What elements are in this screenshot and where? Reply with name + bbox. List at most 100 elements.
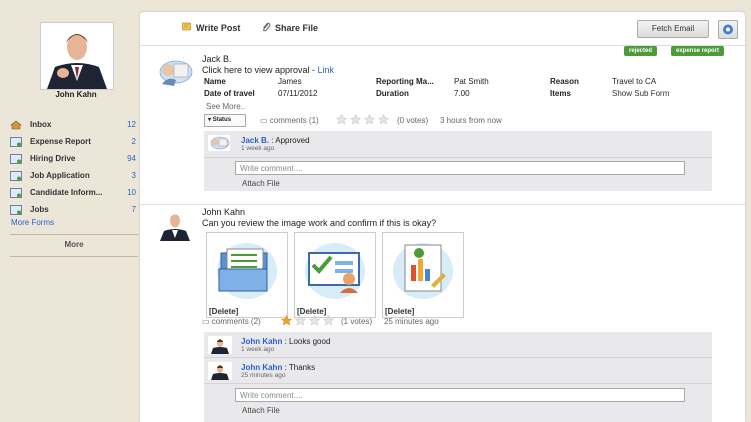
post-time: 3 hours from now <box>440 116 502 125</box>
status-dropdown[interactable]: ▾ Status <box>204 114 246 127</box>
star-icon <box>349 113 362 125</box>
settings-button[interactable] <box>718 20 738 39</box>
comment-time: 25 minutes ago <box>241 372 286 379</box>
avatar[interactable] <box>156 56 194 88</box>
more-forms-link[interactable]: More Forms <box>11 218 54 227</box>
form-icon <box>10 136 22 147</box>
form-icon <box>10 204 22 215</box>
field-value: 07/11/2012 <box>278 89 318 98</box>
sidebar-item-inbox[interactable]: Inbox 12 <box>10 116 138 133</box>
comment: John Kahn : Looks good <box>241 337 330 346</box>
sidebar: John Kahn Inbox 12 Expense Report 2 Hiri… <box>0 0 140 422</box>
sidebar-item-label: Inbox <box>30 120 52 129</box>
field-label: Duration <box>376 89 409 98</box>
comment-icon: ▭ <box>260 116 268 125</box>
post-time: 25 minutes ago <box>384 317 439 326</box>
comment-time: 1 week ago <box>241 346 275 353</box>
comments-label: comments (1) <box>269 116 319 125</box>
post-body: Click here to view approval - <box>202 65 318 75</box>
checklist-user-icon <box>305 243 365 299</box>
chevron-down-icon: ▾ <box>208 117 212 123</box>
comment-text: : Approved <box>271 136 310 145</box>
star-icon <box>335 113 348 125</box>
comments-label: comments (2) <box>211 317 261 326</box>
star-rating[interactable] <box>335 113 392 127</box>
share-file-button[interactable]: Share File <box>261 22 318 34</box>
star-icon <box>308 314 321 326</box>
field-label: Reporting Ma... <box>376 77 434 86</box>
field-value: Travel to CA <box>612 77 657 86</box>
image-thumbnail[interactable]: [Delete] <box>206 232 288 318</box>
form-icon <box>10 187 22 198</box>
field-label: Date of travel <box>204 89 255 98</box>
approval-link[interactable]: Link <box>318 65 335 75</box>
star-icon <box>322 314 335 326</box>
post-author[interactable]: John Kahn <box>202 207 245 217</box>
avatar[interactable] <box>208 362 232 380</box>
sidebar-item-jobs[interactable]: Jobs 7 <box>10 201 138 218</box>
post-author[interactable]: Jack B. <box>202 54 232 64</box>
star-icon <box>280 314 293 326</box>
profile-photo[interactable] <box>40 22 114 90</box>
comment-divider <box>204 383 712 384</box>
comment-author[interactable]: John Kahn <box>241 363 282 372</box>
attach-file-link[interactable]: Attach File <box>242 406 280 415</box>
gear-icon <box>723 24 733 35</box>
profile-name: John Kahn <box>55 90 97 99</box>
avatar[interactable] <box>208 135 230 151</box>
sidebar-item-hiring-drive[interactable]: Hiring Drive 94 <box>10 150 138 167</box>
tag-rejected[interactable]: rejected <box>624 46 658 56</box>
attach-file-link[interactable]: Attach File <box>242 179 280 188</box>
comments-count[interactable]: ▭ comments (1) <box>260 116 319 125</box>
sidebar-item-label: Hiring Drive <box>30 154 76 163</box>
comment-time: 1 week ago <box>241 145 275 152</box>
fetch-email-button[interactable]: Fetch Email <box>637 20 709 38</box>
sidebar-divider <box>10 234 138 235</box>
delete-link[interactable]: [Delete] <box>385 307 414 316</box>
toolbar: Write Post Share File Fetch Email <box>140 12 745 44</box>
star-rating[interactable] <box>280 314 337 328</box>
sidebar-item-candidate-information[interactable]: Candidate Inform... 10 <box>10 184 138 201</box>
comment-author[interactable]: John Kahn <box>241 337 282 346</box>
avatar[interactable] <box>208 336 232 354</box>
comment-input[interactable]: Write comment.... <box>235 161 685 175</box>
comment-author[interactable]: Jack B. <box>241 136 269 145</box>
comment: Jack B. : Approved <box>241 136 310 145</box>
sidebar-item-count: 3 <box>131 171 136 180</box>
image-thumbnail[interactable]: [Delete] <box>382 232 464 318</box>
sidebar-item-job-application[interactable]: Job Application 3 <box>10 167 138 184</box>
write-post-label: Write Post <box>196 22 241 33</box>
sidebar-item-label: Expense Report <box>30 137 91 146</box>
note-icon <box>182 22 192 33</box>
more-button[interactable]: More <box>10 240 138 249</box>
post-divider <box>140 204 745 205</box>
star-icon <box>294 314 307 326</box>
avatar[interactable] <box>156 209 194 241</box>
sidebar-item-count: 7 <box>131 205 136 214</box>
comment-input[interactable]: Write comment.... <box>235 388 685 402</box>
comment-divider <box>204 157 712 158</box>
comments-count[interactable]: ▭ comments (2) <box>202 317 261 326</box>
folder-document-icon <box>217 243 277 299</box>
delete-link[interactable]: [Delete] <box>209 307 238 316</box>
sidebar-item-count: 94 <box>127 154 136 163</box>
see-more-link[interactable]: See More.. <box>206 102 245 111</box>
tag-expense-report[interactable]: expense report <box>671 46 725 56</box>
star-icon <box>377 113 390 125</box>
show-sub-form-link[interactable]: Show Sub Form <box>612 89 669 98</box>
image-thumbnail[interactable]: [Delete] <box>294 232 376 318</box>
star-icon <box>363 113 376 125</box>
sidebar-item-count: 12 <box>127 120 136 129</box>
write-post-button[interactable]: Write Post <box>182 22 240 33</box>
comment-text: : Looks good <box>284 337 331 346</box>
field-label: Reason <box>550 77 579 86</box>
comment: John Kahn : Thanks <box>241 363 315 372</box>
paperclip-icon <box>261 22 271 34</box>
sidebar-item-label: Job Application <box>30 171 90 180</box>
comment-thread: Jack B. : Approved 1 week ago Write comm… <box>204 131 712 191</box>
sidebar-item-expense-report[interactable]: Expense Report 2 <box>10 133 138 150</box>
sidebar-nav: Inbox 12 Expense Report 2 Hiring Drive 9… <box>10 116 138 218</box>
sidebar-item-count: 2 <box>131 137 136 146</box>
field-value: Pat Smith <box>454 77 489 86</box>
vote-count: (1 votes) <box>341 317 373 326</box>
